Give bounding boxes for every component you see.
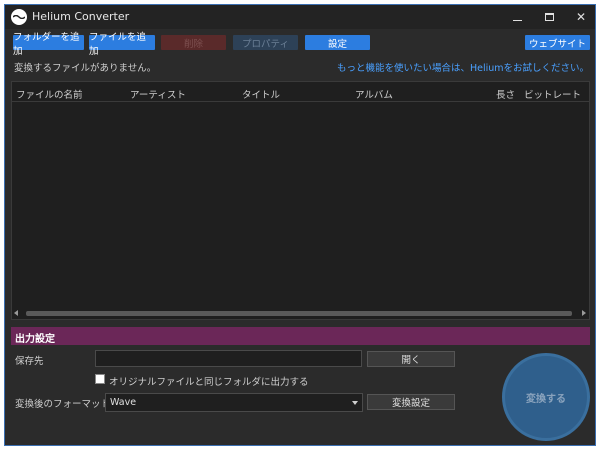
helium-logo-icon xyxy=(11,9,27,25)
column-length[interactable]: 長さ xyxy=(496,87,515,101)
minimize-icon xyxy=(512,19,522,21)
file-list-header: ファイルの名前 アーティスト タイトル アルバム 長さ ビットレート xyxy=(12,82,589,102)
file-list[interactable]: ファイルの名前 アーティスト タイトル アルバム 長さ ビットレート xyxy=(11,81,590,320)
settings-button[interactable]: 設定 xyxy=(305,35,370,50)
wave-glyph xyxy=(13,15,25,19)
title-bar: Helium Converter ✕ xyxy=(5,5,595,29)
column-filename[interactable]: ファイルの名前 xyxy=(16,87,83,101)
maximize-button[interactable] xyxy=(533,5,565,29)
minimize-button[interactable] xyxy=(501,5,533,29)
scroll-left-icon[interactable] xyxy=(14,310,18,316)
window-title: Helium Converter xyxy=(32,10,130,23)
open-button[interactable]: 開く xyxy=(367,351,455,367)
column-artist[interactable]: アーティスト xyxy=(130,87,186,101)
delete-button[interactable]: 削除 xyxy=(161,35,226,50)
close-button[interactable]: ✕ xyxy=(565,5,597,29)
convert-settings-button[interactable]: 変換設定 xyxy=(367,394,455,410)
column-bitrate[interactable]: ビットレート xyxy=(524,87,581,101)
same-folder-checkbox[interactable] xyxy=(95,374,105,384)
no-files-message: 変換するファイルがありません。 xyxy=(14,63,157,74)
same-folder-label[interactable]: オリジナルファイルと同じフォルダに出力する xyxy=(109,374,309,388)
website-button[interactable]: ウェブサイト xyxy=(525,35,590,50)
column-title[interactable]: タイトル xyxy=(242,87,280,101)
promo-link[interactable]: もっと機能を使いたい場合は、Heliumをお試しください。 xyxy=(337,60,589,74)
format-select-value: Wave xyxy=(110,397,137,408)
save-to-label: 保存先 xyxy=(15,356,44,367)
horizontal-scrollbar[interactable] xyxy=(12,308,589,319)
save-path-input[interactable] xyxy=(95,350,362,367)
column-album[interactable]: アルバム xyxy=(355,87,393,101)
dropdown-caret-icon xyxy=(352,401,358,405)
scroll-right-icon[interactable] xyxy=(582,310,586,316)
scroll-thumb[interactable] xyxy=(26,311,572,316)
convert-button-label: 変換する xyxy=(526,393,566,405)
close-icon: ✕ xyxy=(575,10,587,24)
format-select[interactable]: Wave xyxy=(105,393,363,412)
convert-button[interactable]: 変換する xyxy=(502,353,590,441)
maximize-icon xyxy=(544,13,554,21)
format-label: 変換後のフォーマット: xyxy=(15,399,114,410)
properties-button[interactable]: プロパティ xyxy=(233,35,298,50)
output-settings-title: 出力設定 xyxy=(15,334,55,345)
output-settings-header: 出力設定 xyxy=(11,327,590,345)
app-window: Helium Converter ✕ フォルダーを追加 ファイルを追加 削除 プ… xyxy=(4,4,596,446)
add-file-button[interactable]: ファイルを追加 xyxy=(89,32,155,57)
add-folder-button[interactable]: フォルダーを追加 xyxy=(13,32,84,57)
